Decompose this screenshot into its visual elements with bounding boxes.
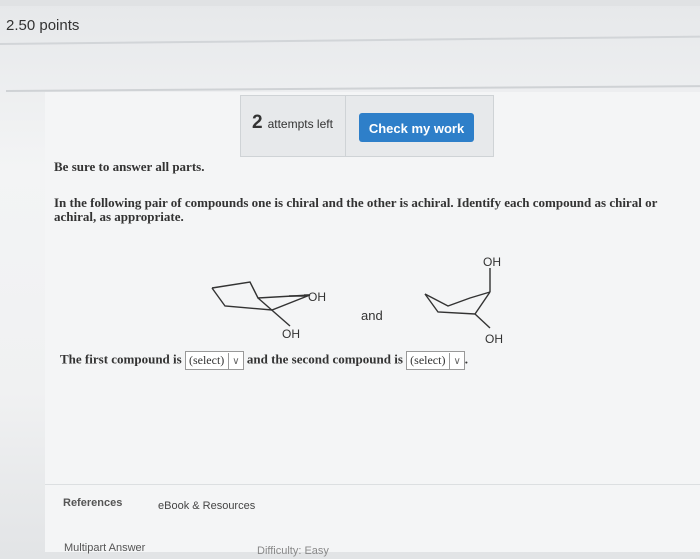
answer-part2: and the second compound is [246, 351, 403, 367]
right-bond-oh-bottom [474, 313, 491, 329]
difficulty-label: Difficulty: Easy [257, 545, 329, 557]
left-oh-top: OH [308, 290, 326, 304]
left-compound [211, 281, 311, 327]
answer-sentence: The first compound is (select) ∨ and the … [60, 351, 468, 370]
select-value: (select) [410, 353, 446, 367]
left-oh-bottom: OH [282, 327, 300, 341]
right-ring-upper [424, 291, 491, 307]
tabs-divider [45, 484, 700, 485]
ebook-resources-tab[interactable]: eBook & Resources [158, 500, 255, 512]
attempts-left: 2 attempts left [252, 112, 333, 134]
references-tab[interactable]: References [63, 497, 122, 509]
chevron-down-icon: ∨ [228, 353, 240, 370]
instruction-text: Be sure to answer all parts. [54, 159, 205, 174]
right-compound [424, 268, 491, 329]
second-compound-select[interactable]: (select) ∨ [406, 351, 465, 370]
multipart-answer-label: Multipart Answer [64, 542, 146, 554]
check-my-work-button[interactable]: Check my work [359, 113, 474, 142]
right-oh-top: OH [483, 255, 501, 269]
chevron-down-icon: ∨ [449, 353, 461, 370]
select-value: (select) [188, 353, 225, 367]
first-compound-select[interactable]: (select) ∨ [184, 351, 244, 370]
question-prompt: In the following pair of compounds one i… [54, 195, 658, 224]
top-strip [0, 0, 700, 6]
left-bond-oh-bottom [257, 297, 291, 327]
structures-figure: OH OH OH OH [211, 255, 503, 346]
attempts-label: attempts left [267, 117, 333, 131]
panel-divider [345, 96, 346, 156]
points-label: 2.50 points [6, 17, 80, 34]
and-label: and [361, 308, 383, 323]
attempts-count: 2 [252, 112, 263, 133]
right-oh-bottom: OH [485, 332, 503, 346]
left-ring-lower [211, 287, 311, 311]
answer-end: . [464, 351, 469, 367]
answer-part1: The first compound is [60, 351, 182, 367]
